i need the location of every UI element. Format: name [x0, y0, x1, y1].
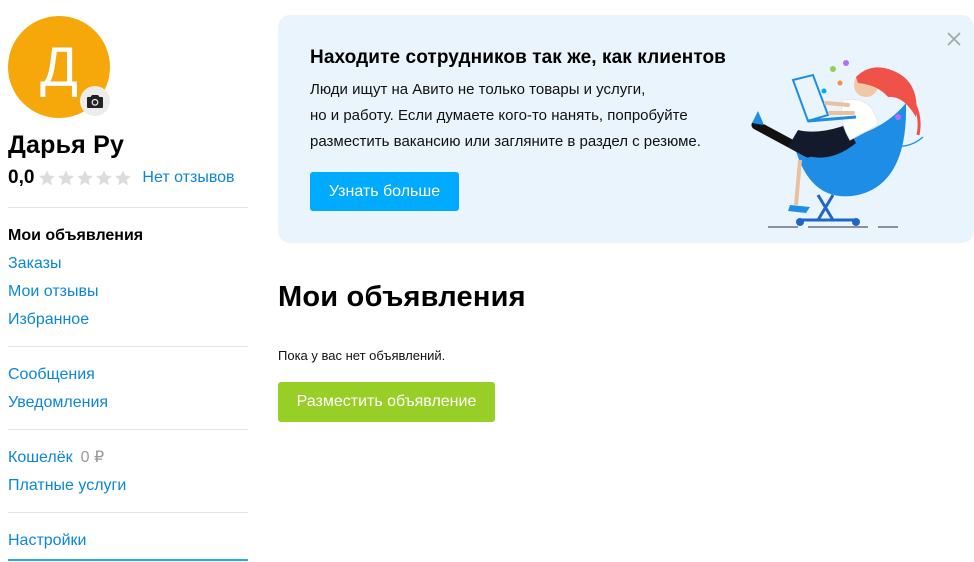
rating-stars: [38, 169, 132, 187]
sidebar-item-my-ads[interactable]: Мои объявления: [8, 222, 248, 250]
profile-sidebar: Д Дарья Ру 0,0 Нет отзывов Мои объявлени…: [8, 16, 248, 562]
star-icon: [58, 170, 75, 186]
nav-group-ads: Мои объявления Заказы Мои отзывы Избранн…: [8, 208, 248, 346]
sidebar-item-orders[interactable]: Заказы: [8, 250, 248, 278]
woman-at-laptop-illustration-icon: [751, 60, 924, 228]
wallet-balance: 0 ₽: [80, 449, 105, 466]
rating-value: 0,0: [8, 167, 35, 188]
banner-text-line: Люди ищут на Авито не только товары и ус…: [310, 81, 646, 98]
banner-text-line: разместить вакансию или загляните в разд…: [310, 133, 701, 150]
banner-text: Люди ищут на Авито не только товары и ус…: [310, 77, 750, 155]
star-icon: [77, 170, 94, 186]
nav-group-settings: Настройки: [8, 513, 248, 562]
sidebar-item-my-reviews[interactable]: Мои отзывы: [8, 278, 248, 306]
learn-more-button[interactable]: Узнать больше: [310, 172, 459, 211]
star-icon: [96, 170, 113, 186]
sidebar-item-messages[interactable]: Сообщения: [8, 361, 248, 389]
page-title: Мои объявления: [278, 281, 526, 313]
camera-icon[interactable]: [80, 86, 110, 116]
star-icon: [39, 170, 56, 186]
close-icon[interactable]: [947, 32, 961, 46]
sidebar-item-paid-services[interactable]: Платные услуги: [8, 472, 248, 500]
star-icon: [115, 170, 132, 186]
wallet-label: Кошелёк: [8, 449, 73, 466]
sidebar-item-settings[interactable]: Настройки: [8, 527, 248, 555]
post-ad-button[interactable]: Разместить объявление: [278, 382, 495, 422]
banner-text-line: но и работу. Если думаете кого-то нанять…: [310, 107, 688, 124]
sidebar-bottom-line: [8, 559, 248, 561]
nav-group-wallet: Кошелёк 0 ₽ Платные услуги: [8, 430, 248, 512]
sidebar-item-favorites[interactable]: Избранное: [8, 306, 248, 334]
sidebar-item-wallet[interactable]: Кошелёк 0 ₽: [8, 444, 248, 472]
hiring-banner: Находите сотрудников так же, как клиенто…: [278, 15, 974, 243]
rating-row: 0,0 Нет отзывов: [8, 166, 248, 190]
user-name: Дарья Ру: [8, 131, 125, 159]
banner-title: Находите сотрудников так же, как клиенто…: [310, 47, 726, 68]
sidebar-item-notifications[interactable]: Уведомления: [8, 389, 248, 417]
nav-group-messages: Сообщения Уведомления: [8, 347, 248, 429]
reviews-link[interactable]: Нет отзывов: [142, 169, 234, 187]
empty-state-text: Пока у вас нет объявлений.: [278, 348, 446, 363]
avatar-container: Д: [8, 16, 110, 118]
